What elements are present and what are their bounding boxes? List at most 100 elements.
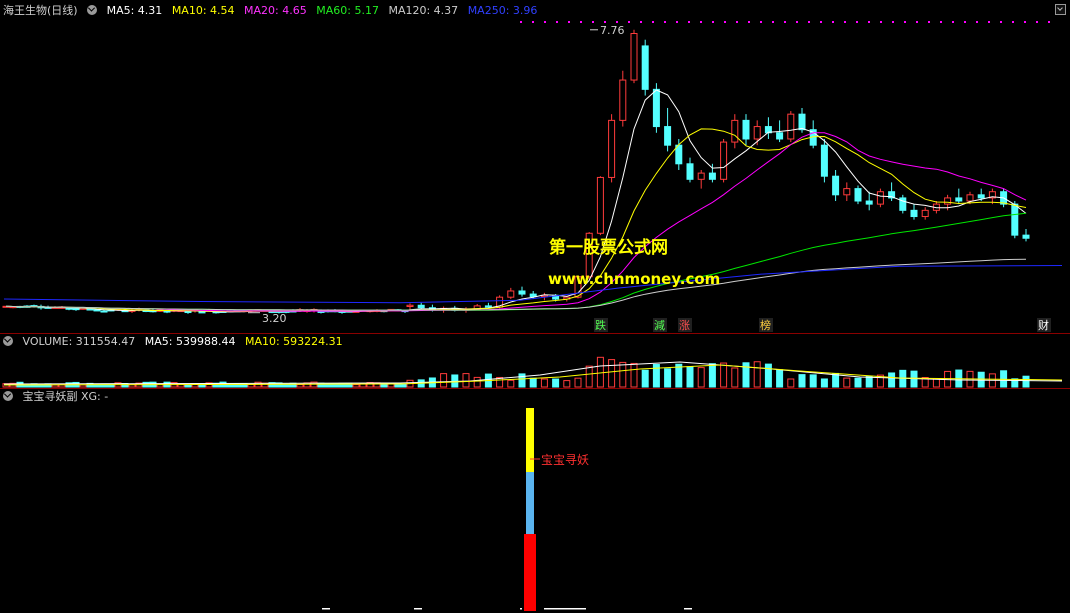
marker-dot: [964, 21, 966, 23]
volume-header: VOLUME: 311554.47 MA5: 539988.44 MA10: 5…: [3, 335, 349, 349]
candle: [184, 310, 192, 314]
marker-dot: [820, 21, 822, 23]
stock-title: 海王生物(日线): [3, 4, 78, 17]
volume-bar: [843, 377, 851, 388]
candle: [529, 293, 537, 298]
volume-bar: [641, 369, 649, 388]
volume-toggle-icon[interactable]: [3, 336, 13, 346]
event-label: 減: [654, 318, 665, 332]
volume-bar: [798, 374, 806, 388]
candle: [843, 188, 851, 196]
low-label: 3.20: [262, 312, 287, 325]
marker-dot: [592, 21, 594, 23]
candle: [596, 176, 604, 234]
volume-bar: [686, 366, 694, 388]
marker-dot: [1036, 21, 1038, 23]
volume-bar: [854, 377, 862, 388]
marker-dot: [892, 21, 894, 23]
settings-toggle-icon[interactable]: [87, 5, 98, 15]
candle: [910, 209, 918, 218]
ma20-line: [5, 132, 1027, 312]
candle: [163, 310, 171, 313]
candle: [865, 200, 873, 205]
watermark-title: 第一股票公式网: [549, 238, 668, 258]
ma60-line: [5, 212, 1027, 311]
marker-dot: [784, 21, 786, 23]
candle: [664, 126, 672, 146]
ma5-line: [5, 89, 1027, 313]
signal-label: 宝宝寻妖: [541, 453, 589, 467]
volume-bar: [787, 378, 795, 388]
candle: [966, 194, 974, 202]
event-label: 财: [1038, 318, 1049, 332]
candle: [652, 88, 660, 128]
candle: [1011, 203, 1019, 236]
pane-separator[interactable]: [0, 388, 1070, 389]
volume-bar: [563, 380, 571, 388]
candle: [944, 197, 952, 205]
candle: [753, 126, 761, 140]
candle: [921, 209, 929, 218]
volume-bar: [630, 362, 638, 388]
volume-bar: [518, 373, 526, 388]
volume-bar: [820, 378, 828, 388]
marker-dot: [976, 21, 978, 23]
marker-dot: [832, 21, 834, 23]
volume-bar: [753, 361, 761, 388]
volume-bar: [352, 384, 360, 388]
volume-bar: [708, 363, 716, 388]
candle: [720, 141, 728, 180]
volume-ma10: MA10: 593224.31: [244, 335, 343, 348]
volume-bar: [462, 373, 470, 388]
candle: [518, 290, 526, 295]
candle: [86, 308, 94, 311]
volume-bar: [1022, 375, 1030, 388]
candle: [820, 144, 828, 177]
candle: [641, 45, 649, 90]
baseline-tick: [322, 608, 330, 610]
candle: [630, 33, 638, 81]
ma10-line: [5, 128, 1027, 313]
marker-dot: [880, 21, 882, 23]
baseline-tick: [520, 608, 522, 610]
volume-bar: [473, 376, 481, 388]
candle: [507, 290, 515, 298]
volume-bar: [596, 356, 604, 388]
marker-dot: [520, 21, 522, 23]
candle: [1022, 234, 1030, 239]
candle: [697, 172, 705, 180]
marker-dot: [940, 21, 942, 23]
price-chart: 7.76 3.20 跌 減 涨 榜 财: [2, 21, 1063, 332]
event-label: 跌: [595, 318, 606, 332]
marker-dot: [712, 21, 714, 23]
marker-dot: [640, 21, 642, 23]
volume-bar: [776, 369, 784, 388]
indicator-chart: 宝宝寻妖: [322, 408, 692, 611]
pane-separator[interactable]: [0, 333, 1070, 334]
volume-bar: [552, 378, 560, 388]
marker-dot: [532, 21, 534, 23]
marker-dot: [988, 21, 990, 23]
marker-dot: [760, 21, 762, 23]
ma60-label: MA60: 5.17: [316, 4, 379, 17]
volume-bar: [977, 371, 985, 388]
indicator-toggle-icon[interactable]: [3, 391, 13, 401]
signal-bar-red: [524, 534, 536, 611]
baseline-tick: [544, 608, 586, 610]
marker-dot: [772, 21, 774, 23]
volume-pane[interactable]: VOLUME: 311554.47 MA5: 539988.44 MA10: 5…: [0, 335, 1070, 388]
marker-dot: [736, 21, 738, 23]
volume-bar: [697, 367, 705, 388]
candle: [742, 119, 750, 140]
price-pane[interactable]: 7.76 3.20 跌 減 涨 榜 财 海王生物(日线) MA5: 4.31 MA10: 4…: [0, 0, 1070, 333]
marker-dot: [604, 21, 606, 23]
pane-menu-icon[interactable]: [1055, 4, 1066, 15]
marker-dot: [796, 21, 798, 23]
marker-dot: [856, 21, 858, 23]
volume-bar: [720, 362, 728, 388]
indicator-pane[interactable]: 宝宝寻妖 宝宝寻妖副 XG: -: [0, 390, 1070, 613]
ma10-label: MA10: 4.54: [171, 4, 235, 17]
marker-dot: [664, 21, 666, 23]
marker-dot: [688, 21, 690, 23]
candle: [776, 132, 784, 140]
